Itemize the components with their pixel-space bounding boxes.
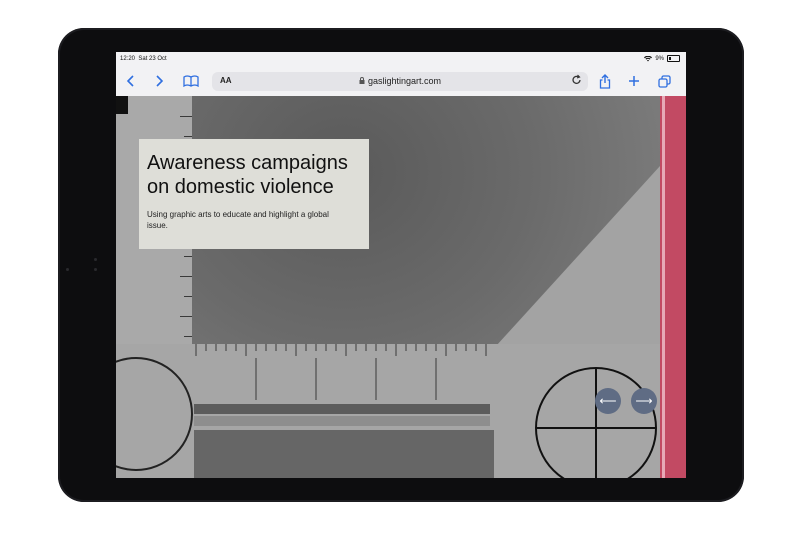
sensor-dot-3 (94, 258, 97, 261)
carousel-next-button[interactable]: ⟶ (631, 388, 657, 414)
bookmarks-icon[interactable] (182, 72, 200, 90)
arrow-right-icon: ⟶ (635, 394, 653, 408)
sensor-dot-2 (94, 268, 97, 271)
ruler-stripe-dark (194, 404, 490, 414)
ruler-dark-block (194, 430, 494, 478)
status-time: 12:20 Sat 23 Oct (120, 56, 167, 62)
browser-toolbar: AA gaslightingart.com (116, 66, 686, 97)
status-time-value: 12:20 (120, 56, 136, 62)
url-display: gaslightingart.com (212, 76, 588, 86)
share-icon[interactable] (596, 72, 614, 90)
wifi-icon (644, 55, 653, 61)
tablet-screen: 12:20 Sat 23 Oct 9% AA gaslightingart.co… (116, 52, 686, 478)
tabs-icon[interactable] (655, 72, 673, 90)
lock-icon (359, 76, 365, 86)
ruler-bottom-graphic (116, 344, 660, 478)
address-bar[interactable]: AA gaslightingart.com (212, 72, 588, 91)
status-right: 9% (644, 55, 680, 62)
hero-subtitle: Using graphic arts to educate and highli… (147, 210, 329, 230)
reload-icon[interactable] (571, 74, 582, 88)
sensor-dot-1 (66, 268, 69, 271)
battery-percent: 9% (655, 55, 664, 62)
arrow-left-icon: ⟵ (599, 394, 617, 408)
status-bar: 12:20 Sat 23 Oct 9% (116, 52, 686, 66)
url-text: gaslightingart.com (367, 76, 442, 86)
pink-accent-strip (660, 96, 686, 478)
forward-icon[interactable] (150, 72, 168, 90)
battery-icon (667, 55, 680, 62)
new-tab-icon[interactable] (625, 72, 643, 90)
ruler-stripe-light (194, 416, 490, 426)
hero-card: Awareness campaigns on domestic violence… (139, 139, 369, 249)
back-icon[interactable] (122, 72, 140, 90)
web-page: Awareness campaigns on domestic violence… (116, 96, 686, 478)
status-date: Sat 23 Oct (138, 56, 167, 62)
carousel-prev-button[interactable]: ⟵ (595, 388, 621, 414)
hero-title: Awareness campaigns on domestic violence (147, 152, 348, 198)
